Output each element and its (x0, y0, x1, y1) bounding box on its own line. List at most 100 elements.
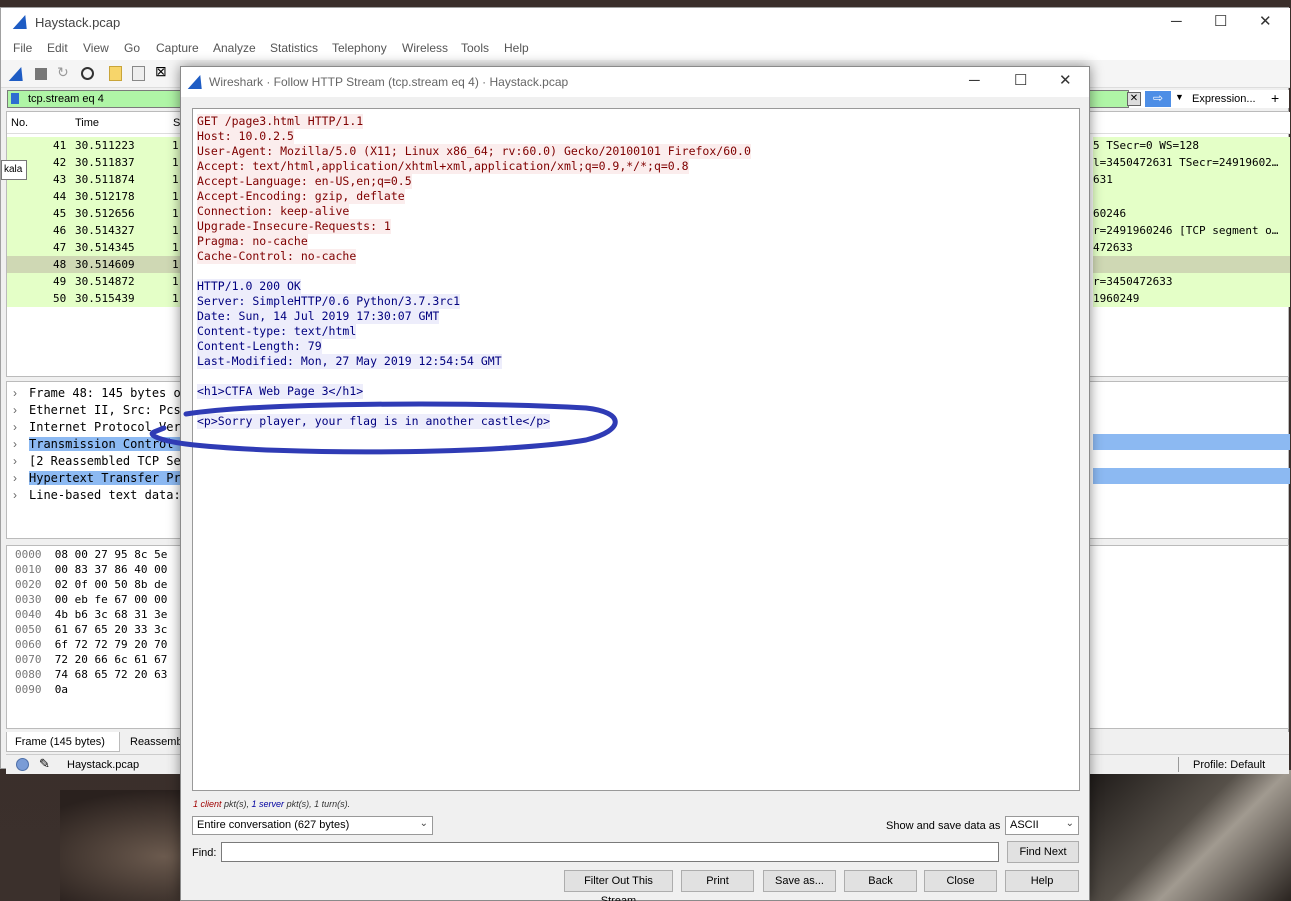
display-filter-input[interactable]: tcp.stream eq 4 (7, 90, 183, 108)
menu-statistics[interactable]: Statistics (270, 41, 318, 55)
chevron-right-icon[interactable]: › (13, 403, 17, 417)
packet-row[interactable]: 41 30.511223 1( (7, 137, 185, 154)
packet-row[interactable]: 43 30.511874 1( (7, 171, 185, 188)
filter-out-stream-button[interactable]: Filter Out This Stream (564, 870, 673, 901)
menu-edit[interactable]: Edit (47, 41, 68, 55)
client-request-line: User-Agent: Mozilla/5.0 (X11; Linux x86_… (197, 144, 751, 159)
conversation-select[interactable]: Entire conversation (627 bytes) ⌄ (192, 816, 433, 835)
dialog-close-icon[interactable]: ✕ (1059, 71, 1072, 89)
detail-row[interactable]: › Hypertext Transfer Pro (7, 470, 182, 487)
apply-filter-icon[interactable]: ⇨ (1145, 91, 1171, 107)
packet-row[interactable]: 47 30.514345 1( (7, 239, 185, 256)
packet-row[interactable]: 44 30.512178 1( (7, 188, 185, 205)
menu-view[interactable]: View (83, 41, 109, 55)
packet-row[interactable]: 48 30.514609 1( (7, 256, 185, 273)
detail-text: Frame 48: 145 bytes on (29, 386, 182, 400)
packet-no: 49 (53, 275, 67, 288)
byte-row: 0040 4b b6 3c 68 31 3e (15, 608, 167, 621)
packet-row-info[interactable]: 60246 (1093, 205, 1290, 222)
data-format-select[interactable]: ASCII ⌄ (1005, 816, 1079, 835)
menu-wireless[interactable]: Wireless (402, 41, 448, 55)
back-button[interactable]: Back (844, 870, 917, 892)
close-icon[interactable]: ✕ (1259, 12, 1272, 30)
open-file-icon[interactable] (109, 66, 122, 81)
client-request-line: Accept: text/html,application/xhtml+xml,… (197, 159, 689, 174)
chevron-right-icon[interactable]: › (13, 454, 17, 468)
filter-history-chevron-down-icon[interactable]: ▼ (1175, 92, 1184, 102)
detail-highlight-http-tail (1093, 468, 1290, 484)
packet-info: 1960249 (1093, 292, 1140, 305)
menu-analyze[interactable]: Analyze (213, 41, 256, 55)
chevron-right-icon[interactable]: › (13, 437, 17, 451)
packet-time: 30.511223 (75, 139, 135, 152)
status-divider (1178, 757, 1179, 772)
byte-row: 0060 6f 72 72 79 20 70 (15, 638, 167, 651)
menu-capture[interactable]: Capture (156, 41, 199, 55)
menu-file[interactable]: File (13, 41, 32, 55)
packet-row[interactable]: 46 30.514327 1( (7, 222, 185, 239)
status-profile[interactable]: Profile: Default (1193, 759, 1265, 771)
chevron-right-icon[interactable]: › (13, 386, 17, 400)
chevron-right-icon[interactable]: › (13, 471, 17, 485)
packet-time: 30.514345 (75, 241, 135, 254)
expert-info-icon[interactable] (16, 758, 29, 771)
menu-telephony[interactable]: Telephony (332, 41, 387, 55)
help-button[interactable]: Help (1005, 870, 1079, 892)
packet-time: 30.514872 (75, 275, 135, 288)
packet-row[interactable]: 50 30.515439 1( (7, 290, 185, 307)
packet-row-info[interactable] (1093, 188, 1290, 205)
packet-row[interactable]: 45 30.512656 1( (7, 205, 185, 222)
edit-comment-icon[interactable]: ✎ (39, 756, 50, 772)
print-button[interactable]: Print (681, 870, 754, 892)
add-filter-button[interactable]: + (1271, 90, 1279, 106)
menu-go[interactable]: Go (124, 41, 140, 55)
packet-row[interactable]: 42 30.511837 1( (7, 154, 185, 171)
byte-row: 0070 72 20 66 6c 61 67 (15, 653, 167, 666)
packet-row-info[interactable]: 631 (1093, 171, 1290, 188)
close-button[interactable]: Close (924, 870, 997, 892)
bookmark-icon[interactable] (11, 93, 19, 104)
packet-row-info[interactable]: 5 TSecr=0 WS=128 (1093, 137, 1290, 154)
dialog-minimize-icon[interactable]: ─ (969, 72, 980, 89)
server-response-line: Date: Sun, 14 Jul 2019 17:30:07 GMT (197, 309, 440, 324)
stop-capture-icon[interactable] (35, 68, 47, 80)
display-filter-input-tail (1089, 90, 1129, 108)
menu-tools[interactable]: Tools (461, 41, 489, 55)
tab-frame[interactable]: Frame (145 bytes) (6, 732, 120, 752)
save-as-button[interactable]: Save as... (763, 870, 836, 892)
column-no[interactable]: No. (11, 117, 28, 129)
column-time[interactable]: Time (75, 117, 99, 129)
packet-info: 5 TSecr=0 WS=128 (1093, 139, 1199, 152)
packet-time: 30.511874 (75, 173, 135, 186)
maximize-icon[interactable]: ☐ (1214, 12, 1227, 30)
packet-row-info[interactable]: l=3450472631 TSecr=24919602… (1093, 154, 1290, 171)
start-capture-icon[interactable] (8, 66, 28, 82)
byte-offset: 0080 (15, 668, 42, 681)
detail-row[interactable]: › Line-based text data: (7, 487, 182, 504)
packet-row[interactable]: 49 30.514872 1( (7, 273, 185, 290)
minimize-icon[interactable]: ─ (1171, 13, 1182, 30)
menu-help[interactable]: Help (504, 41, 529, 55)
restart-capture-icon[interactable]: ↻ (57, 64, 73, 80)
packet-row-info[interactable] (1093, 256, 1290, 273)
byte-hex: 02 0f 00 50 8b de (54, 578, 168, 591)
save-file-icon[interactable] (132, 66, 145, 81)
close-file-icon[interactable]: ⊠ (155, 63, 171, 79)
server-response-line: Last-Modified: Mon, 27 May 2019 12:54:54… (197, 354, 502, 369)
chevron-right-icon[interactable]: › (13, 488, 17, 502)
client-request-line: GET /page3.html HTTP/1.1 (197, 114, 364, 129)
packet-row-info[interactable]: 1960249 (1093, 290, 1290, 307)
find-input[interactable] (221, 842, 999, 862)
capture-options-icon[interactable] (81, 67, 94, 80)
chevron-right-icon[interactable]: › (13, 420, 17, 434)
byte-hex: 00 83 37 86 40 00 (54, 563, 168, 576)
packet-row-info[interactable]: r=3450472633 (1093, 273, 1290, 290)
dialog-maximize-icon[interactable]: ☐ (1014, 71, 1027, 89)
packet-row-info[interactable]: 472633 (1093, 239, 1290, 256)
expression-button[interactable]: Expression... (1192, 93, 1256, 105)
packet-row-info[interactable]: r=2491960246 [TCP segment o… (1093, 222, 1290, 239)
byte-hex: 00 eb fe 67 00 00 (54, 593, 168, 606)
find-next-button[interactable]: Find Next (1007, 841, 1079, 863)
clear-filter-icon[interactable]: ✕ (1127, 92, 1141, 106)
menu-bar: File Edit View Go Capture Analyze Statis… (1, 38, 1290, 60)
